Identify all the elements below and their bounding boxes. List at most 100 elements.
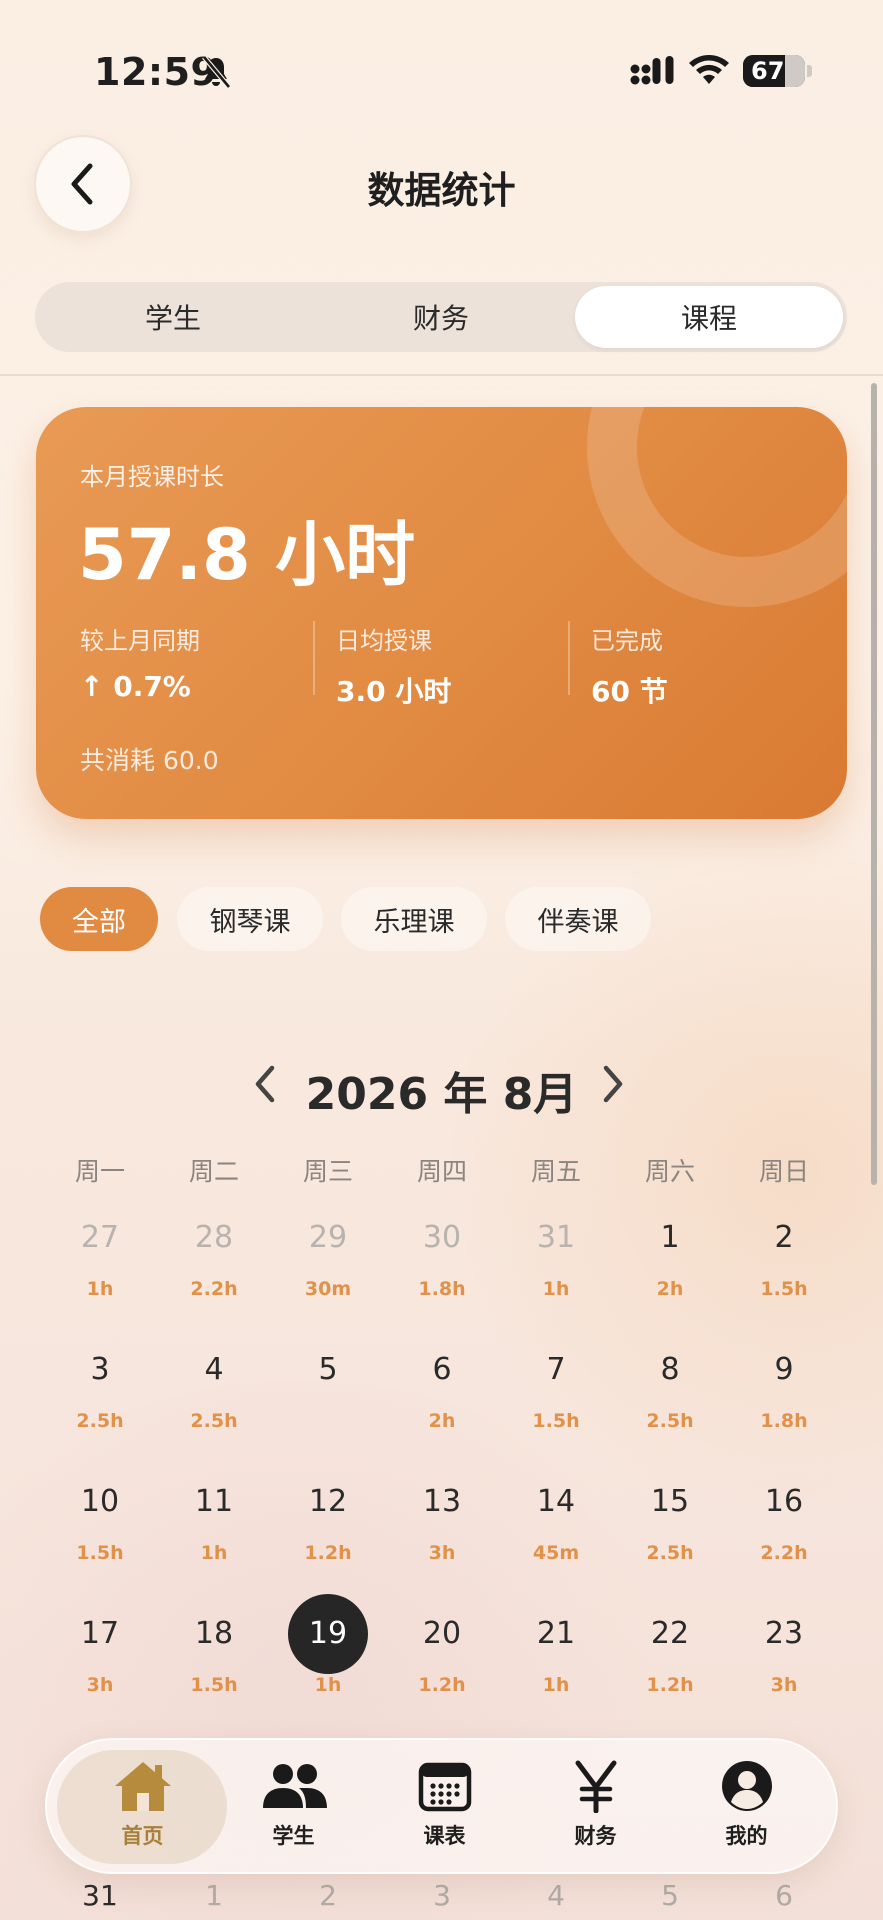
day-number: 13: [422, 1484, 462, 1519]
tab-label: 首页: [121, 1824, 164, 1848]
calendar-day[interactable]: 29 30m: [271, 1216, 385, 1302]
calendar-day[interactable]: 27 1h: [43, 1216, 157, 1302]
calendar-day[interactable]: 8 2.5h: [613, 1348, 727, 1434]
weekday-header: 周五: [530, 1157, 581, 1186]
calendar-day[interactable]: 3 2.5h: [43, 1348, 157, 1434]
day-number: 7: [546, 1352, 566, 1387]
calendar-day-partial[interactable]: 1: [157, 1879, 271, 1912]
calendar-day[interactable]: 4 2.5h: [157, 1348, 271, 1434]
calendar-day[interactable]: 14 45m: [499, 1480, 613, 1566]
stat-divider: [568, 621, 570, 695]
calendar-day-partial[interactable]: 2: [271, 1879, 385, 1912]
weekday-header: 周一: [74, 1157, 125, 1186]
tab-finance[interactable]: 财务: [520, 1758, 671, 1850]
day-hours: 2h: [656, 1278, 684, 1300]
filter-accompaniment[interactable]: 伴奏课: [505, 887, 651, 951]
bell-muted-icon: [200, 54, 232, 94]
day-hours: 1h: [542, 1278, 570, 1300]
calendar-day[interactable]: 12 1.2h: [271, 1480, 385, 1566]
users-icon: [262, 1764, 327, 1808]
calendar-day[interactable]: 6 2h: [385, 1348, 499, 1434]
bottom-tab-bar: 首页 学生 课表 财务 我的: [45, 1738, 838, 1874]
calendar-day-partial[interactable]: 5: [613, 1879, 727, 1912]
day-number: 15: [650, 1484, 690, 1519]
stat-divider: [313, 621, 315, 695]
calendar-day[interactable]: 5: [271, 1348, 385, 1434]
calendar-day-partial[interactable]: 4: [499, 1879, 613, 1912]
month-navigator: 2026 年 8月: [0, 1050, 883, 1120]
calendar-day[interactable]: 15 2.5h: [613, 1480, 727, 1566]
day-number: 28: [194, 1220, 234, 1255]
calendar-day-partial[interactable]: 3: [385, 1879, 499, 1912]
day-hours: 30m: [304, 1278, 352, 1300]
day-hours: 2.5h: [646, 1542, 694, 1564]
day-hours: 45m: [532, 1542, 580, 1564]
calendar-day[interactable]: 23 3h: [727, 1612, 841, 1698]
decorative-ring: [587, 407, 847, 607]
day-hours: 1.8h: [418, 1278, 466, 1300]
weekday-header: 周六: [644, 1157, 695, 1186]
calendar-day[interactable]: 16 2.2h: [727, 1480, 841, 1566]
stat-value: 3.0 小时: [336, 675, 452, 708]
wifi-icon: [688, 52, 730, 90]
segment-courses[interactable]: 课程: [575, 286, 843, 348]
calendar-day[interactable]: 30 1.8h: [385, 1216, 499, 1302]
calendar-day[interactable]: 22 1.2h: [613, 1612, 727, 1698]
stat-label: 日均授课: [336, 627, 432, 655]
filter-piano[interactable]: 钢琴课: [177, 887, 323, 951]
calendar-day[interactable]: 21 1h: [499, 1612, 613, 1698]
day-number: 6: [432, 1352, 452, 1387]
day-hours: 1.5h: [760, 1278, 808, 1300]
filter-all[interactable]: 全部: [40, 887, 158, 951]
tab-home[interactable]: 首页: [67, 1758, 218, 1850]
tab-schedule[interactable]: 课表: [369, 1758, 520, 1850]
tab-profile[interactable]: 我的: [671, 1758, 822, 1850]
calendar-day[interactable]: 9 1.8h: [727, 1348, 841, 1434]
calendar-day[interactable]: 17 3h: [43, 1612, 157, 1698]
tab-label: 课表: [423, 1824, 466, 1848]
calendar-day[interactable]: 13 3h: [385, 1480, 499, 1566]
day-hours: 1h: [86, 1278, 114, 1300]
weekday-header: 周二: [188, 1157, 239, 1186]
segment-students[interactable]: 学生: [39, 286, 307, 348]
stat-value: ↑ 0.7%: [80, 670, 191, 703]
home-icon: [114, 1762, 171, 1811]
calendar-day[interactable]: 10 1.5h: [43, 1480, 157, 1566]
weekday-header: 周三: [302, 1157, 353, 1186]
day-hours: 2.5h: [646, 1410, 694, 1432]
day-hours: 1h: [314, 1674, 342, 1696]
calendar-day[interactable]: 20 1.2h: [385, 1612, 499, 1698]
tab-label: 财务: [574, 1824, 617, 1848]
stat-value: 60 节: [591, 675, 668, 708]
calendar-day[interactable]: 7 1.5h: [499, 1348, 613, 1434]
calendar-day[interactable]: 28 2.2h: [157, 1216, 271, 1302]
day-hours: 1h: [542, 1674, 570, 1696]
page-title: 数据统计: [367, 169, 516, 212]
segment-finance[interactable]: 财务: [307, 286, 575, 348]
day-number: 8: [660, 1352, 680, 1387]
filter-theory[interactable]: 乐理课: [341, 887, 487, 951]
day-number: 19: [308, 1616, 348, 1651]
calendar-day[interactable]: 1 2h: [613, 1216, 727, 1302]
calendar-day[interactable]: 31 1h: [499, 1216, 613, 1302]
day-hours: 1h: [200, 1542, 228, 1564]
tab-students[interactable]: 学生: [218, 1758, 369, 1850]
calendar-day[interactable]: 19 1h: [271, 1612, 385, 1698]
summary-value: 57.8 小时: [78, 514, 416, 596]
calendar-day-partial[interactable]: 31: [43, 1879, 157, 1912]
header-divider: [0, 374, 883, 376]
day-number: 12: [308, 1484, 348, 1519]
day-hours: [271, 1410, 385, 1434]
day-number: 17: [80, 1616, 120, 1651]
profile-icon: [721, 1761, 772, 1811]
day-number: 31: [536, 1220, 576, 1255]
calendar-day[interactable]: 11 1h: [157, 1480, 271, 1566]
calendar-day-partial[interactable]: 6: [727, 1879, 841, 1912]
signal-icon: [630, 56, 676, 90]
day-number: 29: [308, 1220, 348, 1255]
next-month-button[interactable]: [598, 1064, 628, 1108]
stat-daily-average: 日均授课 3.0 小时: [336, 621, 451, 710]
calendar-day[interactable]: 2 1.5h: [727, 1216, 841, 1302]
day-number: 1: [660, 1220, 680, 1255]
calendar-day[interactable]: 18 1.5h: [157, 1612, 271, 1698]
